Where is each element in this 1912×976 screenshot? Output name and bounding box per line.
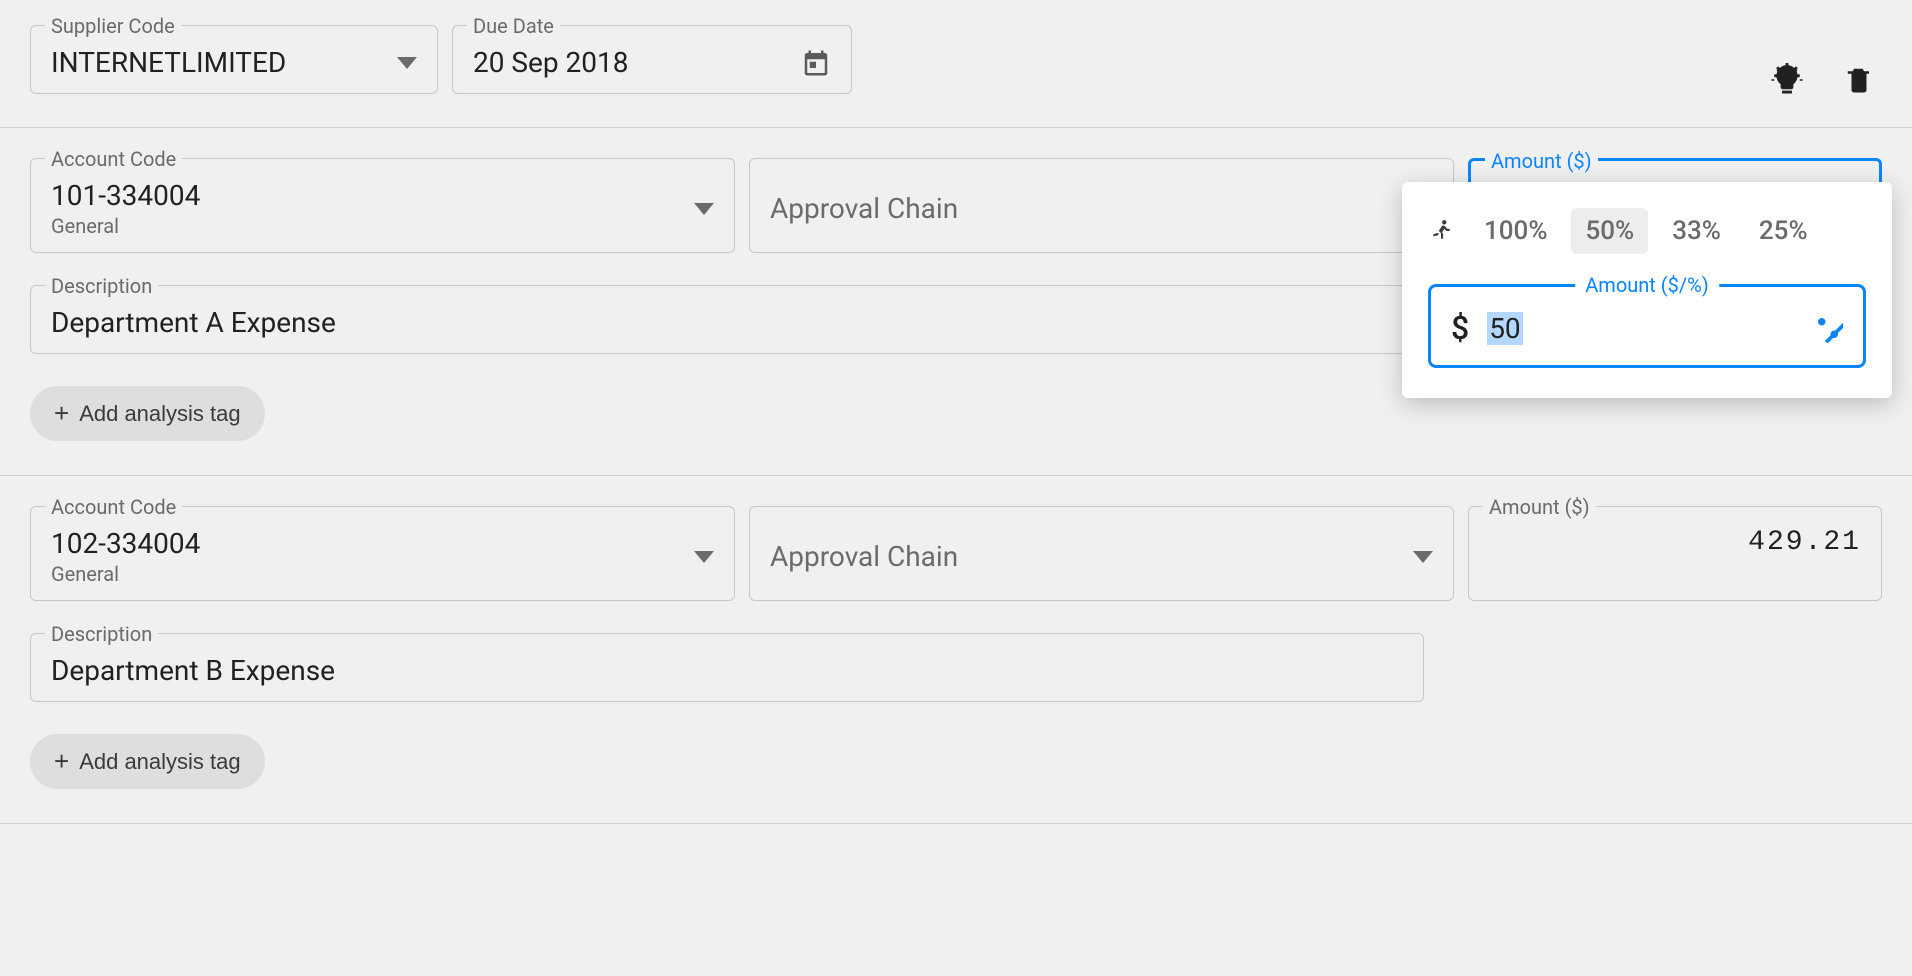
account-code-label: Account Code xyxy=(45,495,182,519)
account-code-sub: General xyxy=(51,562,200,586)
due-date-label: Due Date xyxy=(467,14,560,38)
plus-icon: + xyxy=(54,746,69,777)
approval-chain-field[interactable]: Approval Chain xyxy=(749,506,1454,601)
header-actions xyxy=(1770,25,1882,97)
account-code-field[interactable]: Account Code 101-334004 General xyxy=(30,158,735,253)
lightbulb-icon[interactable] xyxy=(1770,63,1804,97)
add-analysis-tag-label: Add analysis tag xyxy=(79,401,240,427)
due-date-value: 20 Sep 2018 xyxy=(473,46,801,79)
account-code-sub: General xyxy=(51,214,200,238)
account-code-value: 101-334004 xyxy=(51,179,200,212)
amount-label: Amount ($) xyxy=(1483,495,1596,519)
plus-icon: + xyxy=(54,398,69,429)
add-analysis-tag-button[interactable]: + Add analysis tag xyxy=(30,386,265,441)
chevron-down-icon xyxy=(694,551,714,563)
percent-options-row: 100% 50% 33% 25% xyxy=(1428,208,1866,254)
due-date-field[interactable]: Due Date 20 Sep 2018 xyxy=(452,25,852,94)
line-item-2: Account Code 102-334004 General Approval… xyxy=(0,476,1912,824)
amount-split-input-label: Amount ($/%) xyxy=(1575,273,1719,297)
amount-split-value: 50 xyxy=(1487,312,1522,345)
supplier-code-field[interactable]: Supplier Code INTERNETLIMITED xyxy=(30,25,438,94)
percent-toggle-icon[interactable] xyxy=(1813,313,1843,343)
description-field[interactable]: Description Department B Expense xyxy=(30,633,1424,702)
description-value: Department B Expense xyxy=(51,654,1403,687)
invoice-form: Supplier Code INTERNETLIMITED Due Date 2… xyxy=(0,0,1912,824)
description-label: Description xyxy=(45,274,158,298)
pct-25-button[interactable]: 25% xyxy=(1745,208,1822,254)
approval-chain-placeholder: Approval Chain xyxy=(770,540,1413,573)
pct-50-button[interactable]: 50% xyxy=(1571,208,1648,254)
calendar-icon[interactable] xyxy=(801,48,831,78)
amount-split-popover: 100% 50% 33% 25% Amount ($/%) $ 50 xyxy=(1402,182,1892,398)
add-analysis-tag-button[interactable]: + Add analysis tag xyxy=(30,734,265,789)
description-value: Department A Expense xyxy=(51,306,1403,339)
amount-value: 429.21 xyxy=(1489,527,1861,558)
chevron-down-icon xyxy=(397,57,417,69)
supplier-code-label: Supplier Code xyxy=(45,14,181,38)
amount-split-input[interactable]: Amount ($/%) $ 50 xyxy=(1428,284,1866,368)
account-code-label: Account Code xyxy=(45,147,182,171)
account-code-value: 102-334004 xyxy=(51,527,200,560)
chevron-down-icon xyxy=(1413,551,1433,563)
trash-icon[interactable] xyxy=(1844,63,1874,97)
approval-chain-placeholder: Approval Chain xyxy=(770,192,1413,225)
description-field[interactable]: Description Department A Expense xyxy=(30,285,1424,354)
pct-33-button[interactable]: 33% xyxy=(1658,208,1735,254)
account-code-field[interactable]: Account Code 102-334004 General xyxy=(30,506,735,601)
supplier-code-value: INTERNETLIMITED xyxy=(51,46,397,79)
amount-label: Amount ($) xyxy=(1485,149,1598,173)
dollar-icon: $ xyxy=(1451,309,1469,347)
running-icon xyxy=(1428,218,1454,244)
approval-chain-field[interactable]: Approval Chain xyxy=(749,158,1454,253)
add-analysis-tag-label: Add analysis tag xyxy=(79,749,240,775)
chevron-down-icon xyxy=(694,203,714,215)
description-label: Description xyxy=(45,622,158,646)
header-row: Supplier Code INTERNETLIMITED Due Date 2… xyxy=(0,0,1912,128)
line-item-1: Account Code 101-334004 General Approval… xyxy=(0,128,1912,476)
pct-100-button[interactable]: 100% xyxy=(1470,208,1561,254)
amount-field[interactable]: Amount ($) 429.21 xyxy=(1468,506,1882,601)
